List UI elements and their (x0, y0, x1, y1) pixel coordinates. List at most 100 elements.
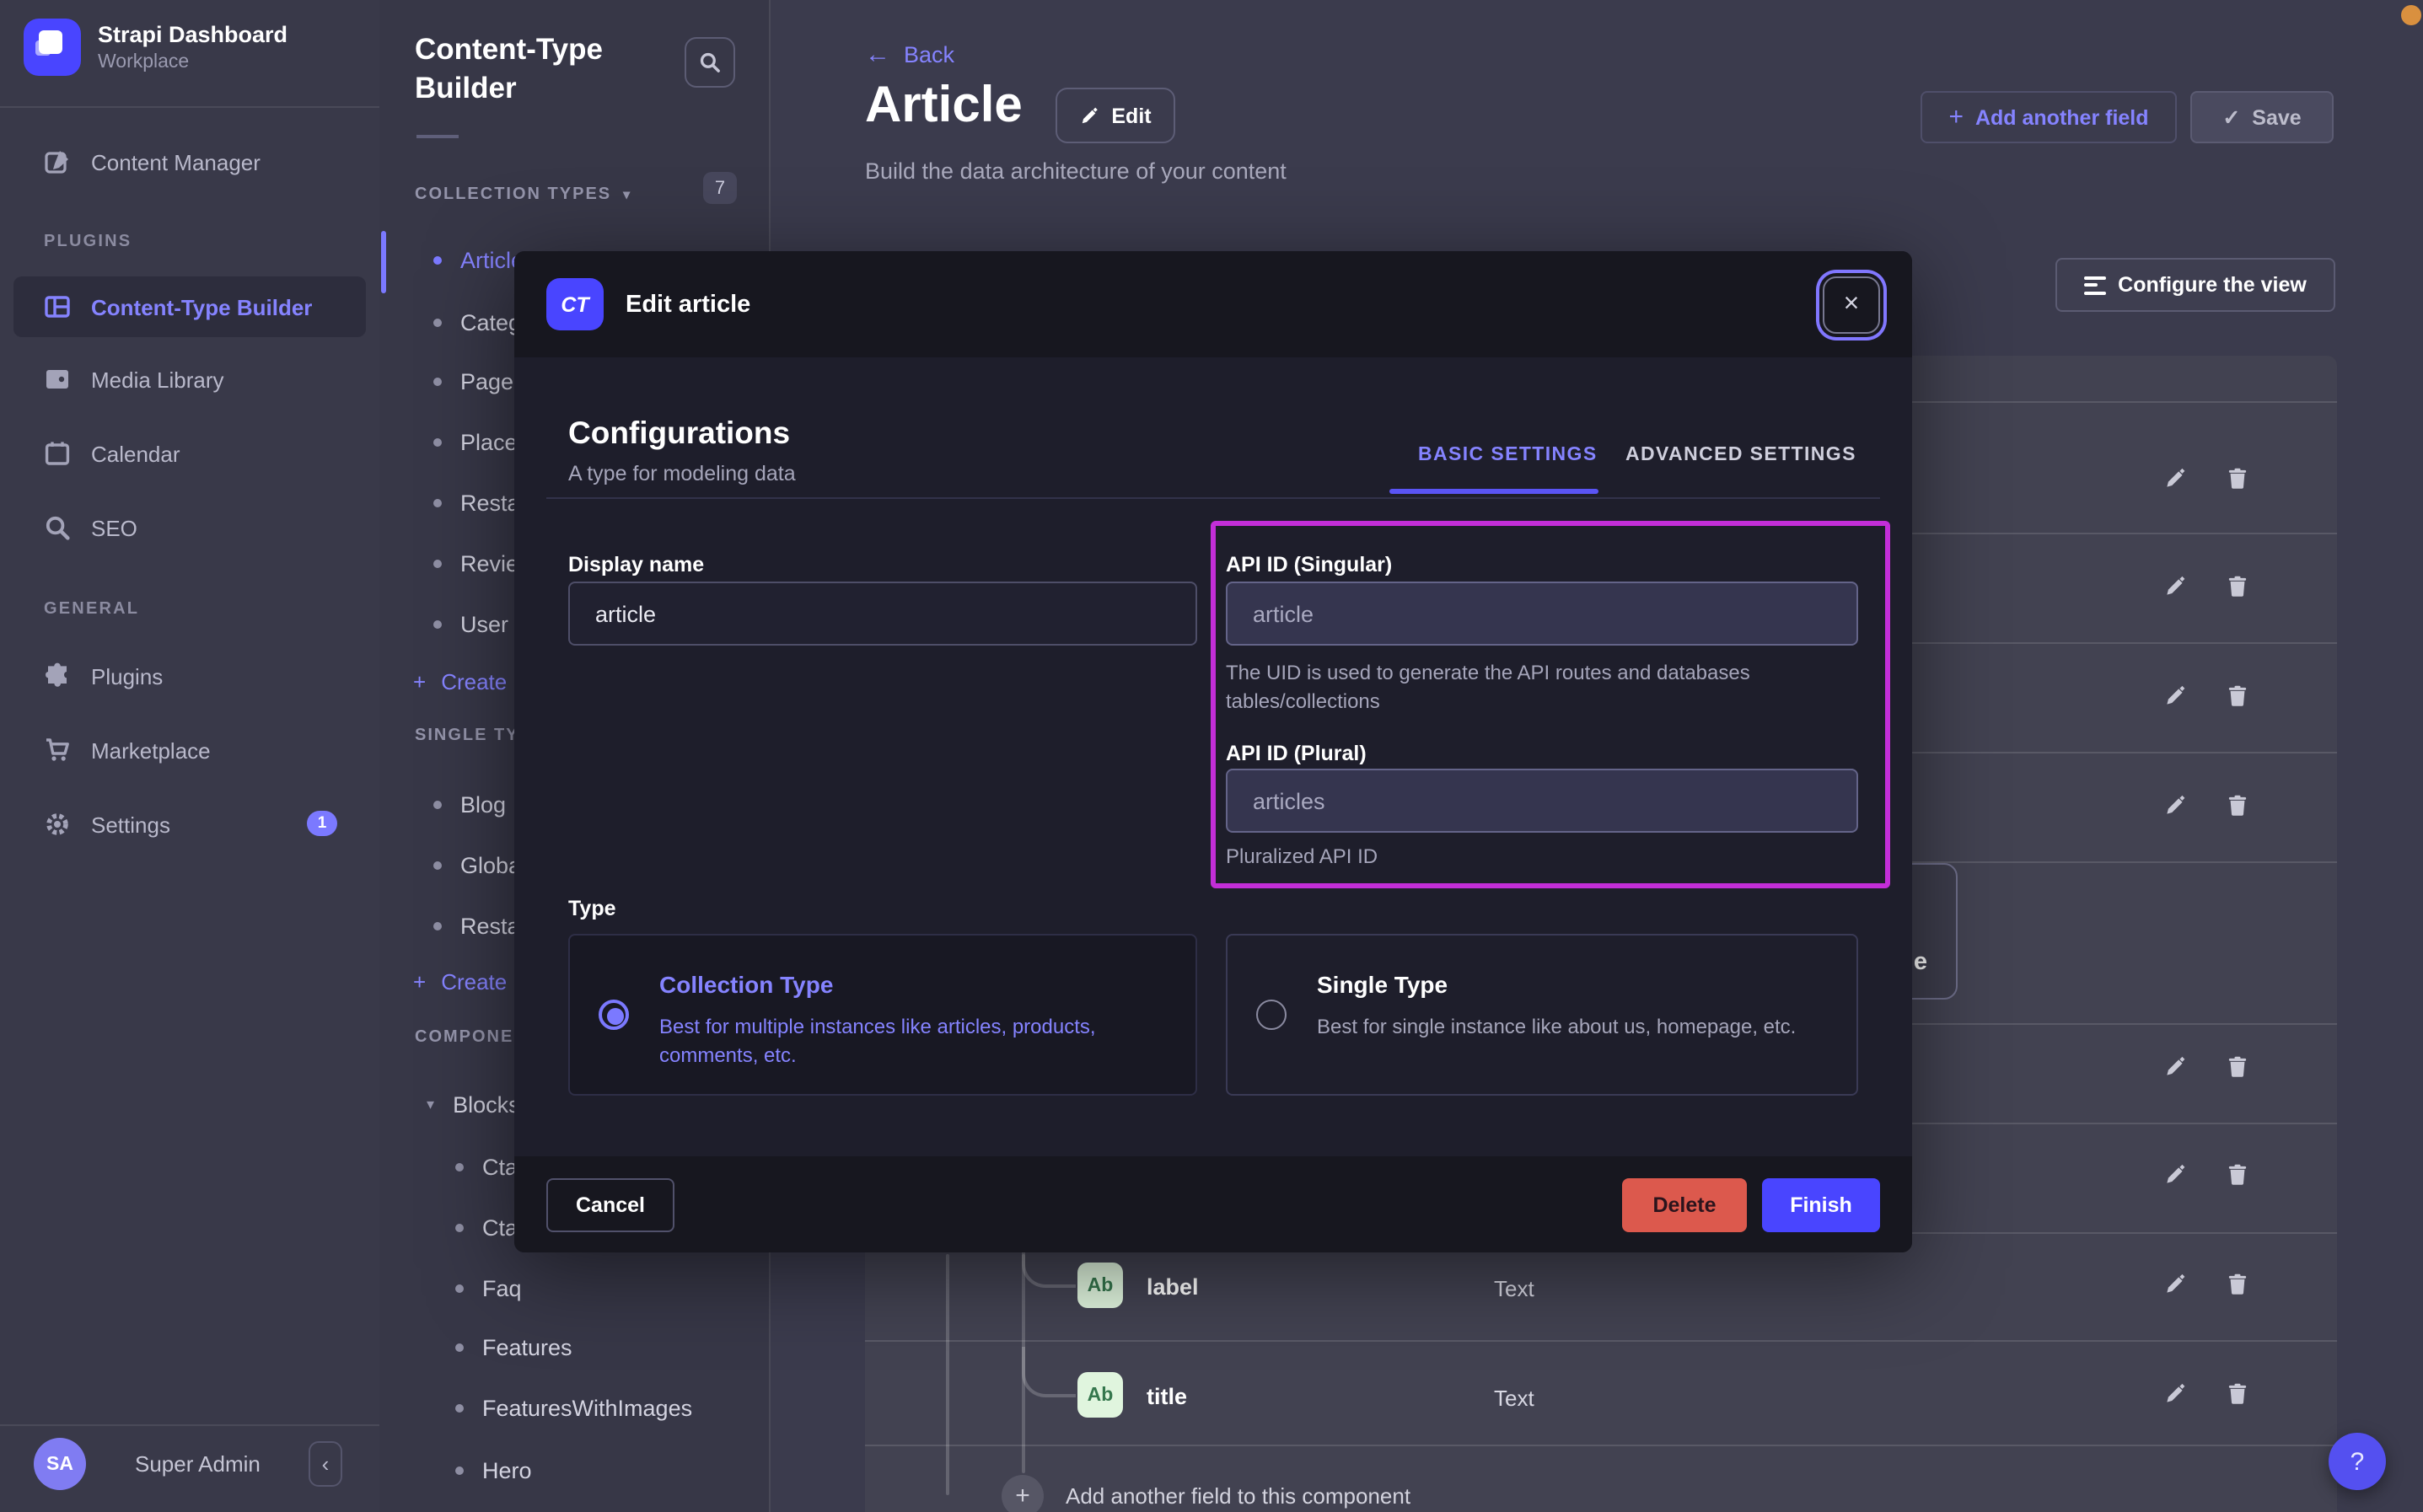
sidebar-item-marketplace[interactable]: Marketplace (0, 721, 379, 779)
sidebar-item-seo[interactable]: SEO (0, 499, 379, 556)
trash-icon[interactable] (2226, 684, 2249, 708)
display-name-input[interactable] (568, 582, 1197, 646)
panel-title: Content-Type Builder (415, 30, 668, 107)
content-type-badge: CT (546, 278, 604, 330)
bullet-icon (455, 1284, 464, 1292)
component-item[interactable]: Faq (379, 1257, 769, 1318)
component-item[interactable]: Hero (379, 1440, 769, 1500)
collection-types-header[interactable]: COLLECTION TYPES ▾ (415, 185, 631, 204)
trash-icon[interactable] (2226, 1382, 2249, 1406)
avatar[interactable]: SA (34, 1438, 86, 1490)
trash-icon[interactable] (2226, 1273, 2249, 1296)
scrollbar[interactable] (381, 231, 386, 293)
divider (546, 497, 1880, 499)
type-label: Type (568, 897, 616, 920)
radio-unselected-icon[interactable] (1256, 1000, 1287, 1030)
gear-icon (44, 811, 71, 838)
sidebar-item-label: SEO (91, 515, 137, 540)
pencil-icon[interactable] (2163, 1163, 2187, 1187)
edit-button[interactable]: Edit (1056, 88, 1175, 143)
api-id-hint-line1: The UID is used to generate the API rout… (1226, 661, 1750, 684)
bullet-icon (433, 861, 442, 869)
sidebar-item-content-type-builder[interactable]: Content-Type Builder (13, 276, 366, 337)
sidebar-item-content-manager[interactable]: Content Manager (0, 133, 379, 190)
item-label: Blog (460, 791, 506, 817)
configure-view-button[interactable]: Configure the view (2055, 258, 2335, 312)
tab-basic-settings[interactable]: BASIC SETTINGS (1418, 445, 1598, 465)
sidebar-item-media-library[interactable]: Media Library (0, 351, 379, 408)
pencil-icon[interactable] (2163, 1382, 2187, 1406)
collection-count-badge: 7 (703, 172, 737, 204)
clipped-text: e (1914, 949, 1927, 976)
close-button[interactable]: × (1823, 276, 1880, 333)
row-actions (2163, 1382, 2249, 1406)
modal-footer: Cancel Delete Finish (514, 1156, 1912, 1252)
sidebar-item-label: Marketplace (91, 737, 211, 763)
item-label: Page (460, 368, 513, 394)
field-type: Text (1494, 1276, 1534, 1301)
sidebar-item-plugins[interactable]: Plugins (0, 647, 379, 705)
puzzle-icon (44, 662, 71, 689)
search-button[interactable] (685, 37, 735, 88)
trash-icon[interactable] (2226, 575, 2249, 598)
pencil-icon[interactable] (2163, 684, 2187, 708)
divider (0, 106, 379, 108)
divider (416, 135, 459, 138)
delete-button[interactable]: Delete (1622, 1177, 1747, 1231)
row-actions (2163, 575, 2249, 598)
collapse-sidebar-button[interactable]: ‹ (309, 1441, 342, 1487)
trash-icon[interactable] (2226, 1055, 2249, 1079)
pencil-icon[interactable] (2163, 467, 2187, 491)
item-label: FeaturesWithImages (482, 1395, 692, 1420)
pencil-icon[interactable] (2163, 1055, 2187, 1079)
item-label: User (460, 611, 508, 636)
component-item[interactable]: FeaturesWithImages (379, 1377, 769, 1438)
sidebar-item-calendar[interactable]: Calendar (0, 425, 379, 482)
edit-label: Edit (1111, 104, 1151, 127)
pencil-icon[interactable] (2163, 1273, 2187, 1296)
api-id-singular-input[interactable] (1226, 582, 1858, 646)
item-label: Faq (482, 1275, 522, 1300)
api-id-plural-input[interactable] (1226, 769, 1858, 833)
configurations-title: Configurations (568, 415, 790, 452)
component-item[interactable]: Features (379, 1316, 769, 1377)
help-button[interactable]: ? (2329, 1433, 2386, 1490)
text-field-badge: Ab (1077, 1372, 1123, 1418)
configurations-subtitle: A type for modeling data (568, 462, 796, 485)
add-field-to-component-label[interactable]: Add another field to this component (1066, 1483, 1410, 1509)
plus-icon: + (413, 668, 426, 694)
divider (0, 1424, 379, 1426)
edit-article-modal: CT Edit article × Configurations A type … (514, 251, 1912, 1252)
chevron-down-icon: ▾ (427, 1095, 434, 1113)
page-title: Article (865, 78, 1023, 135)
back-link[interactable]: ← Back (865, 40, 954, 69)
add-field-plus-button[interactable]: + (1002, 1475, 1044, 1512)
add-another-field-button[interactable]: + Add another field (1921, 91, 2177, 143)
sidebar-section-general: GENERAL (44, 600, 139, 619)
sidebar-item-label: Content-Type Builder (91, 294, 312, 319)
finish-button[interactable]: Finish (1762, 1177, 1880, 1231)
divider (865, 1340, 2337, 1342)
collection-type-option[interactable]: Collection Type Best for multiple instan… (568, 934, 1197, 1096)
row-actions (2163, 1163, 2249, 1187)
radio-selected-icon[interactable] (599, 1000, 629, 1030)
page-subtitle: Build the data architecture of your cont… (865, 158, 1287, 184)
cancel-button[interactable]: Cancel (546, 1177, 674, 1231)
bullet-icon (433, 377, 442, 385)
display-name-label: Display name (568, 553, 704, 576)
api-id-hint-line2: tables/collections (1226, 689, 1380, 713)
trash-icon[interactable] (2226, 467, 2249, 491)
save-button[interactable]: ✓ Save (2190, 91, 2334, 143)
sidebar-item-label: Calendar (91, 441, 180, 466)
add-field-label: Add another field (1975, 105, 2149, 129)
tab-advanced-settings[interactable]: ADVANCED SETTINGS (1625, 445, 1856, 465)
pen-square-icon (44, 148, 71, 175)
pencil-icon[interactable] (2163, 575, 2187, 598)
item-label: Hero (482, 1457, 532, 1483)
single-type-option[interactable]: Single Type Best for single instance lik… (1226, 934, 1858, 1096)
pluralized-hint: Pluralized API ID (1226, 844, 1378, 868)
bullet-icon (433, 559, 442, 567)
trash-icon[interactable] (2226, 1163, 2249, 1187)
pencil-icon[interactable] (2163, 794, 2187, 818)
trash-icon[interactable] (2226, 794, 2249, 818)
